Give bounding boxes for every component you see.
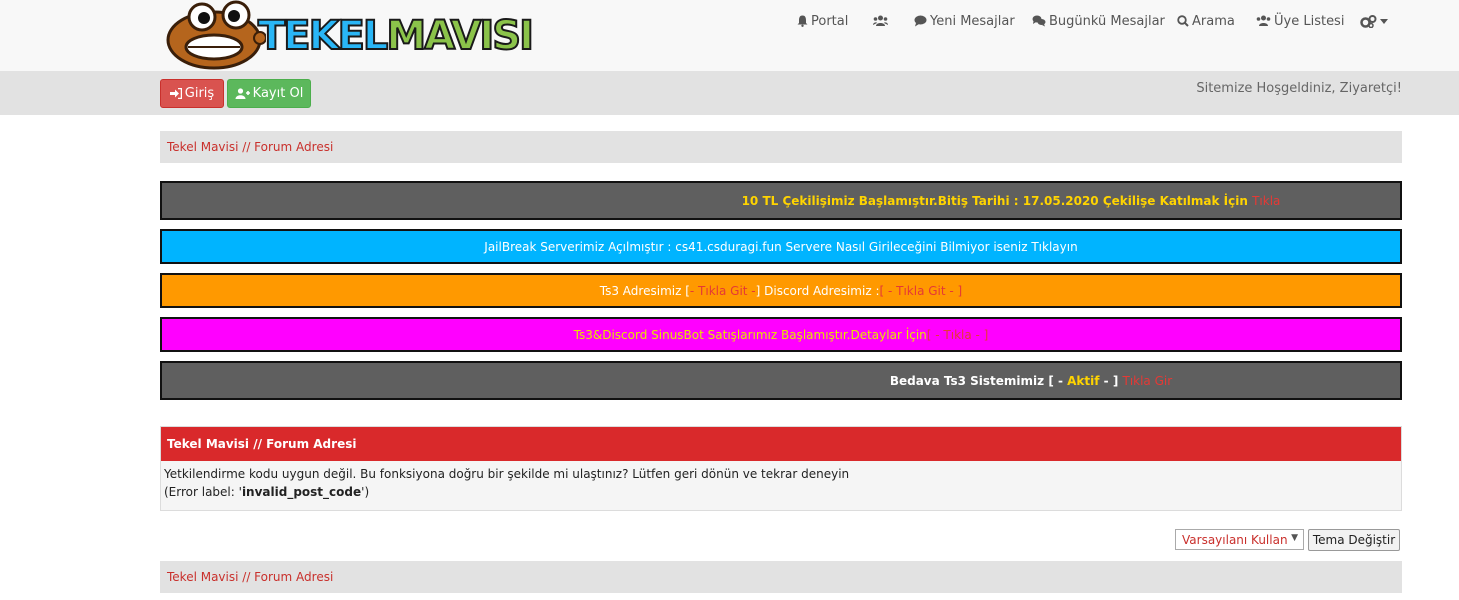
discord-link[interactable]: [ - Tıkla Git - ]: [880, 284, 963, 298]
welcome-text: Sitemize Hoşgeldiniz, Ziyaretçi!: [1196, 81, 1402, 96]
error-label-line: (Error label: 'invalid_post_code'): [164, 483, 1398, 501]
comment-icon: [914, 15, 927, 27]
caret-down-icon: [1380, 18, 1388, 24]
ts3-link[interactable]: - Tıkla Git -: [690, 284, 756, 298]
announcement-giveaway-link[interactable]: Tıkla: [1252, 194, 1280, 208]
announcement-jailbreak-text: JailBreak Serverimiz Açılmıştır : cs41.c…: [484, 239, 1078, 254]
bell-icon: [797, 15, 808, 27]
breadcrumb-bottom: Tekel Mavisi // Forum Adresi: [160, 561, 1402, 593]
register-button[interactable]: Kayıt Ol: [227, 79, 311, 108]
announcement-giveaway-text: 10 TL Çekilişimiz Başlamıştır.Bitiş Tari…: [741, 193, 1253, 208]
register-label: Kayıt Ol: [252, 86, 304, 101]
nav-today-posts[interactable]: Bugünkü Mesajlar: [1032, 13, 1165, 29]
users-icon: [873, 15, 888, 26]
change-theme-button[interactable]: Tema Değiştir: [1308, 529, 1400, 551]
nav-search-label: Arama: [1192, 13, 1235, 29]
nav-member-list-label: Üye Listesi: [1274, 13, 1345, 29]
member-list-icon: [1256, 15, 1271, 26]
site-logo[interactable]: TEKELMAVISI: [166, 0, 574, 70]
nav-member-list[interactable]: Üye Listesi: [1256, 13, 1344, 29]
free-ts3-status: Aktif: [1067, 373, 1100, 388]
error-panel: Tekel Mavisi // Forum Adresi Yetkilendir…: [160, 426, 1402, 511]
theme-select-value: Varsayılanı Kullan: [1182, 533, 1288, 547]
theme-select[interactable]: Varsayılanı Kullan ▼: [1175, 529, 1304, 550]
ts3-label: Ts3 Adresimiz [: [599, 283, 690, 298]
error-message: Yetkilendirme kodu uygun değil. Bu fonks…: [164, 467, 850, 481]
announcement-jailbreak[interactable]: JailBreak Serverimiz Açılmıştır : cs41.c…: [160, 229, 1402, 264]
nav-today-posts-label: Bugünkü Mesajlar: [1049, 13, 1165, 29]
discord-label: ] Discord Adresimiz :: [755, 283, 880, 298]
announcement-ts3-discord: Ts3 Adresimiz [ - Tıkla Git - ] Discord …: [160, 273, 1402, 308]
free-ts3-text-end: - ]: [1099, 373, 1123, 388]
nav-members-group[interactable]: [873, 13, 888, 29]
error-body: Yetkilendirme kodu uygun değil. Bu fonks…: [161, 461, 1401, 505]
search-icon: [1177, 15, 1189, 27]
nav-search[interactable]: Arama: [1177, 13, 1235, 29]
nav-portal[interactable]: Portal: [797, 13, 848, 29]
announcement-free-ts3: Bedava Ts3 Sistemimiz [ - Aktif - ] Tıkl…: [160, 361, 1402, 400]
announcement-giveaway: 10 TL Çekilişimiz Başlamıştır.Bitiş Tari…: [160, 181, 1402, 220]
breadcrumb-bottom-link[interactable]: Tekel Mavisi // Forum Adresi: [167, 570, 333, 584]
error-label-prefix: (Error label: ': [164, 485, 242, 499]
login-label: Giriş: [184, 86, 215, 101]
nav-new-posts-label: Yeni Mesajlar: [930, 13, 1015, 29]
free-ts3-link[interactable]: Tıkla Gir: [1122, 374, 1172, 388]
nav-settings-dropdown[interactable]: [1360, 13, 1388, 29]
error-label-code: invalid_post_code: [241, 485, 362, 499]
free-ts3-text: Bedava Ts3 Sistemimiz [ -: [889, 373, 1068, 388]
user-plus-icon: [235, 88, 250, 99]
breadcrumb-link[interactable]: Tekel Mavisi // Forum Adresi: [167, 140, 333, 154]
comments-icon: [1032, 15, 1046, 27]
cogs-icon: [1360, 14, 1377, 28]
nav-new-posts[interactable]: Yeni Mesajlar: [914, 13, 1015, 29]
dropdown-arrow-icon: ▼: [1291, 533, 1298, 543]
logo-wordmark: TEKELMAVISI: [257, 12, 535, 60]
error-label-suffix: '): [361, 485, 370, 499]
error-title: Tekel Mavisi // Forum Adresi: [161, 427, 1401, 461]
nav-portal-label: Portal: [811, 13, 849, 29]
breadcrumb-top: Tekel Mavisi // Forum Adresi: [160, 131, 1402, 163]
sinusbot-link[interactable]: [ - Tıkla - ]: [927, 328, 989, 342]
sinusbot-text: Ts3&Discord SinusBot Satışlarımız Başlam…: [573, 327, 927, 342]
announcement-sinusbot: Ts3&Discord SinusBot Satışlarımız Başlam…: [160, 317, 1402, 352]
sign-in-icon: [169, 88, 182, 99]
mascot-icon: [166, 0, 266, 70]
login-button[interactable]: Giriş: [160, 79, 224, 108]
